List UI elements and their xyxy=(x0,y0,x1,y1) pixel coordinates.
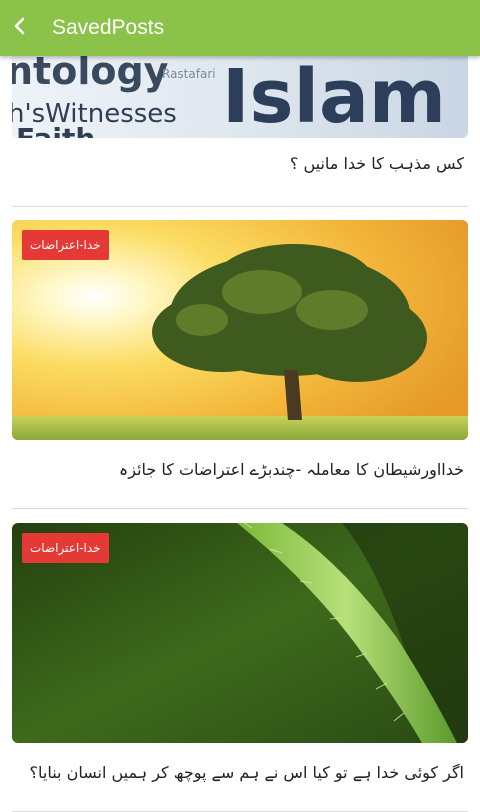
page-title: SavedPosts xyxy=(52,16,165,39)
post-title[interactable]: اگر کوئی خدا ہے تو کیا اس نے ہم سے پوچھ … xyxy=(30,763,464,782)
image-word: ntology xyxy=(12,56,169,93)
category-badge: خدا-اعتراضات xyxy=(22,230,109,260)
saved-posts-screen: SavedPosts ntology Rastafari Islam h'sWi… xyxy=(0,0,480,812)
back-button[interactable] xyxy=(0,0,48,56)
post-image[interactable]: ntology Rastafari Islam h'sWitnesses Fai… xyxy=(12,56,468,138)
image-word: Faith xyxy=(16,122,95,138)
category-badge: خدا-اعتراضات xyxy=(22,533,109,563)
app-bar: SavedPosts xyxy=(0,0,480,56)
chevron-left-icon xyxy=(10,16,30,40)
post-title[interactable]: خدااورشیطان کا معاملہ -چندبڑے اعتراضات ک… xyxy=(119,460,464,479)
divider xyxy=(12,508,468,509)
divider xyxy=(12,206,468,207)
image-word: Islam xyxy=(222,56,446,138)
post-image[interactable]: خدا-اعتراضات xyxy=(12,220,468,440)
saved-posts-list[interactable]: ntology Rastafari Islam h'sWitnesses Fai… xyxy=(0,56,480,812)
image-word: Rastafari xyxy=(162,67,216,81)
post-image[interactable]: خدا-اعتراضات xyxy=(12,523,468,743)
post-title[interactable]: کس مذہب کا خدا مانیں ؟ xyxy=(290,154,464,173)
